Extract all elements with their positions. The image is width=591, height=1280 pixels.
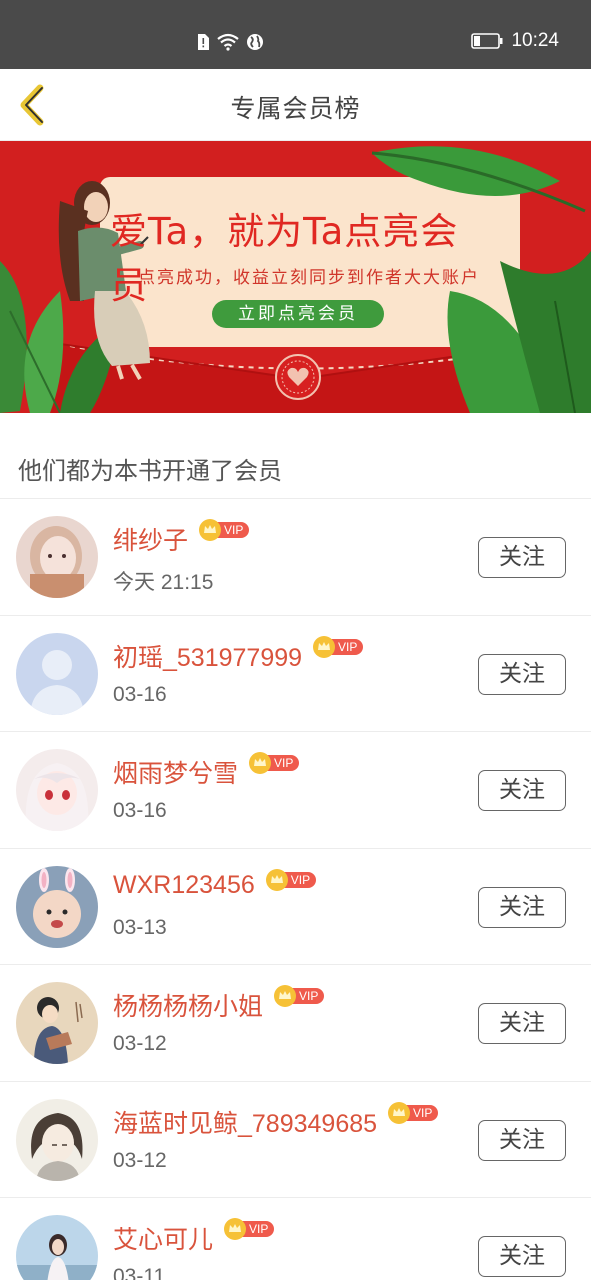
member-name[interactable]: 初瑶_531977999 [113,638,302,674]
avatar-sketch-girl [16,1098,98,1181]
member-name[interactable]: 绯纱子 [113,521,188,557]
member-list: 绯纱子 VIP 今天 21:15 关注 初瑶_531977999 VIP 03-… [0,499,591,1280]
member-row[interactable]: 初瑶_531977999 VIP 03-16 关注 [0,616,591,732]
follow-button[interactable]: 关注 [478,1236,566,1277]
avatar-photo-outdoor [16,1215,98,1280]
member-name[interactable]: WXR123456 [113,871,255,900]
avatar[interactable] [16,516,98,598]
status-right: 10:24 [471,30,559,52]
vip-badge: VIP [273,985,325,1007]
vip-badge: VIP [248,752,300,774]
globe-icon [247,34,263,50]
nav-bar: 专属会员榜 [0,69,591,141]
crown-icon [199,519,222,541]
member-row[interactable]: 绯纱子 VIP 今天 21:15 关注 [0,499,591,616]
page-title: 专属会员榜 [230,94,361,123]
vip-badge: VIP [312,635,364,658]
avatar[interactable] [16,1098,98,1181]
vip-badge: VIP [223,1218,275,1240]
vip-badge: VIP [198,519,250,541]
avatar[interactable] [16,865,98,948]
member-name[interactable]: 海蓝时见鲸_789349685 [113,1104,377,1140]
member-row[interactable]: 艾心可儿 VIP 03-11 关注 [0,1198,591,1280]
avatar[interactable] [16,982,98,1064]
avatar-baby [16,865,98,948]
member-time: 03-16 [113,682,167,706]
light-up-vip-button[interactable]: 立即点亮会员 [212,300,384,328]
member-row[interactable]: 海蓝时见鲸_789349685 VIP 03-12 关注 [0,1082,591,1198]
crown-icon [265,868,288,891]
vip-badge: VIP [387,1101,439,1124]
crown-icon [313,635,336,658]
avatar[interactable] [16,1215,98,1280]
crown-icon [388,1101,411,1124]
battery-icon [471,33,503,49]
member-time: 03-13 [113,915,167,939]
member-name[interactable]: 杨杨杨杨小姐 [113,987,263,1023]
follow-button[interactable]: 关注 [478,1003,566,1044]
member-time: 03-11 [113,1265,166,1280]
avatar-anime-girl [16,749,98,831]
follow-button[interactable]: 关注 [478,770,566,811]
member-time: 03-12 [113,1032,167,1055]
member-time: 今天 21:15 [113,571,214,594]
crown-icon [274,985,297,1007]
crown-icon [249,752,272,774]
avatar-photo-girl [16,516,98,598]
member-row[interactable]: WXR123456 VIP 03-13 关注 [0,849,591,965]
member-row[interactable]: 烟雨梦兮雪 VIP 03-16 关注 [0,732,591,849]
member-time: 03-12 [113,1148,167,1172]
section-title: 他们都为本书开通了会员 [18,457,282,485]
member-time: 03-16 [113,799,167,822]
status-icons [196,33,264,51]
avatar[interactable] [16,632,98,715]
follow-button[interactable]: 关注 [478,1119,566,1161]
banner-subtitle: 点亮成功，收益立刻同步到作者大大账户 [138,268,480,288]
member-name[interactable]: 艾心可儿 [113,1220,213,1256]
sim-alert-icon [198,34,209,50]
status-bar: 10:24 [0,0,591,69]
member-row[interactable]: 杨杨杨杨小姐 VIP 03-12 关注 [0,965,591,1082]
vip-badge: VIP [265,868,317,891]
follow-button[interactable]: 关注 [478,653,566,695]
avatar-default [16,632,98,715]
follow-button[interactable]: 关注 [478,537,566,578]
crown-icon [224,1218,247,1240]
status-time: 10:24 [511,30,559,51]
section-header: 他们都为本书开通了会员 [0,413,591,499]
banner-headline: 爱Ta，就为Ta点亮会员 [110,210,459,307]
avatar[interactable] [16,749,98,831]
vip-promo-banner[interactable]: 爱Ta，就为Ta点亮会员 点亮成功，收益立刻同步到作者大大账户 立即点亮会员 [0,141,591,413]
avatar-illustration [16,982,98,1064]
follow-button[interactable]: 关注 [478,886,566,928]
wifi-icon [217,33,239,51]
member-name[interactable]: 烟雨梦兮雪 [113,754,238,790]
